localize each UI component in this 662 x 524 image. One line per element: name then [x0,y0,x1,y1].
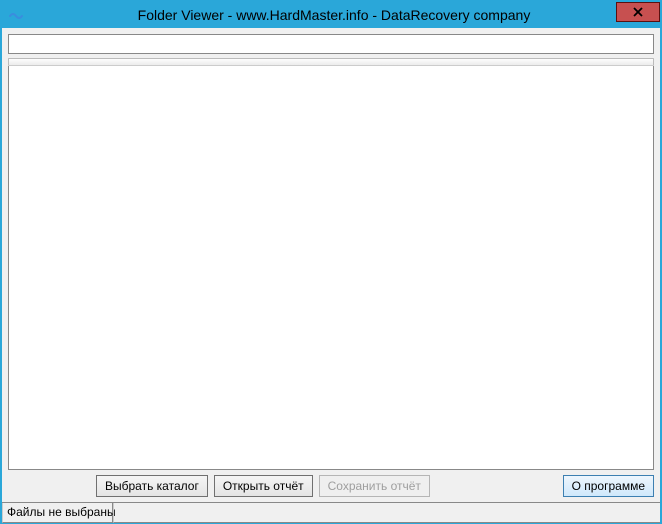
main-window: Folder Viewer - www.HardMaster.info - Da… [0,0,662,524]
list-header-bar[interactable] [8,58,654,66]
path-input[interactable] [8,34,654,54]
close-button[interactable] [616,2,660,22]
button-bar: Выбрать каталог Открыть отчёт Сохранить … [2,470,660,502]
close-icon [633,7,643,17]
file-list[interactable] [8,66,654,470]
content-area [2,28,660,470]
open-report-button[interactable]: Открыть отчёт [214,475,313,497]
window-title: Folder Viewer - www.HardMaster.info - Da… [8,7,660,23]
status-bar: Файлы не выбраны [2,502,660,522]
save-report-button: Сохранить отчёт [319,475,430,497]
about-button[interactable]: О программе [563,475,654,497]
select-folder-button[interactable]: Выбрать каталог [96,475,208,497]
status-files: Файлы не выбраны [2,503,113,523]
status-rest [113,503,660,523]
titlebar[interactable]: Folder Viewer - www.HardMaster.info - Da… [2,2,660,28]
